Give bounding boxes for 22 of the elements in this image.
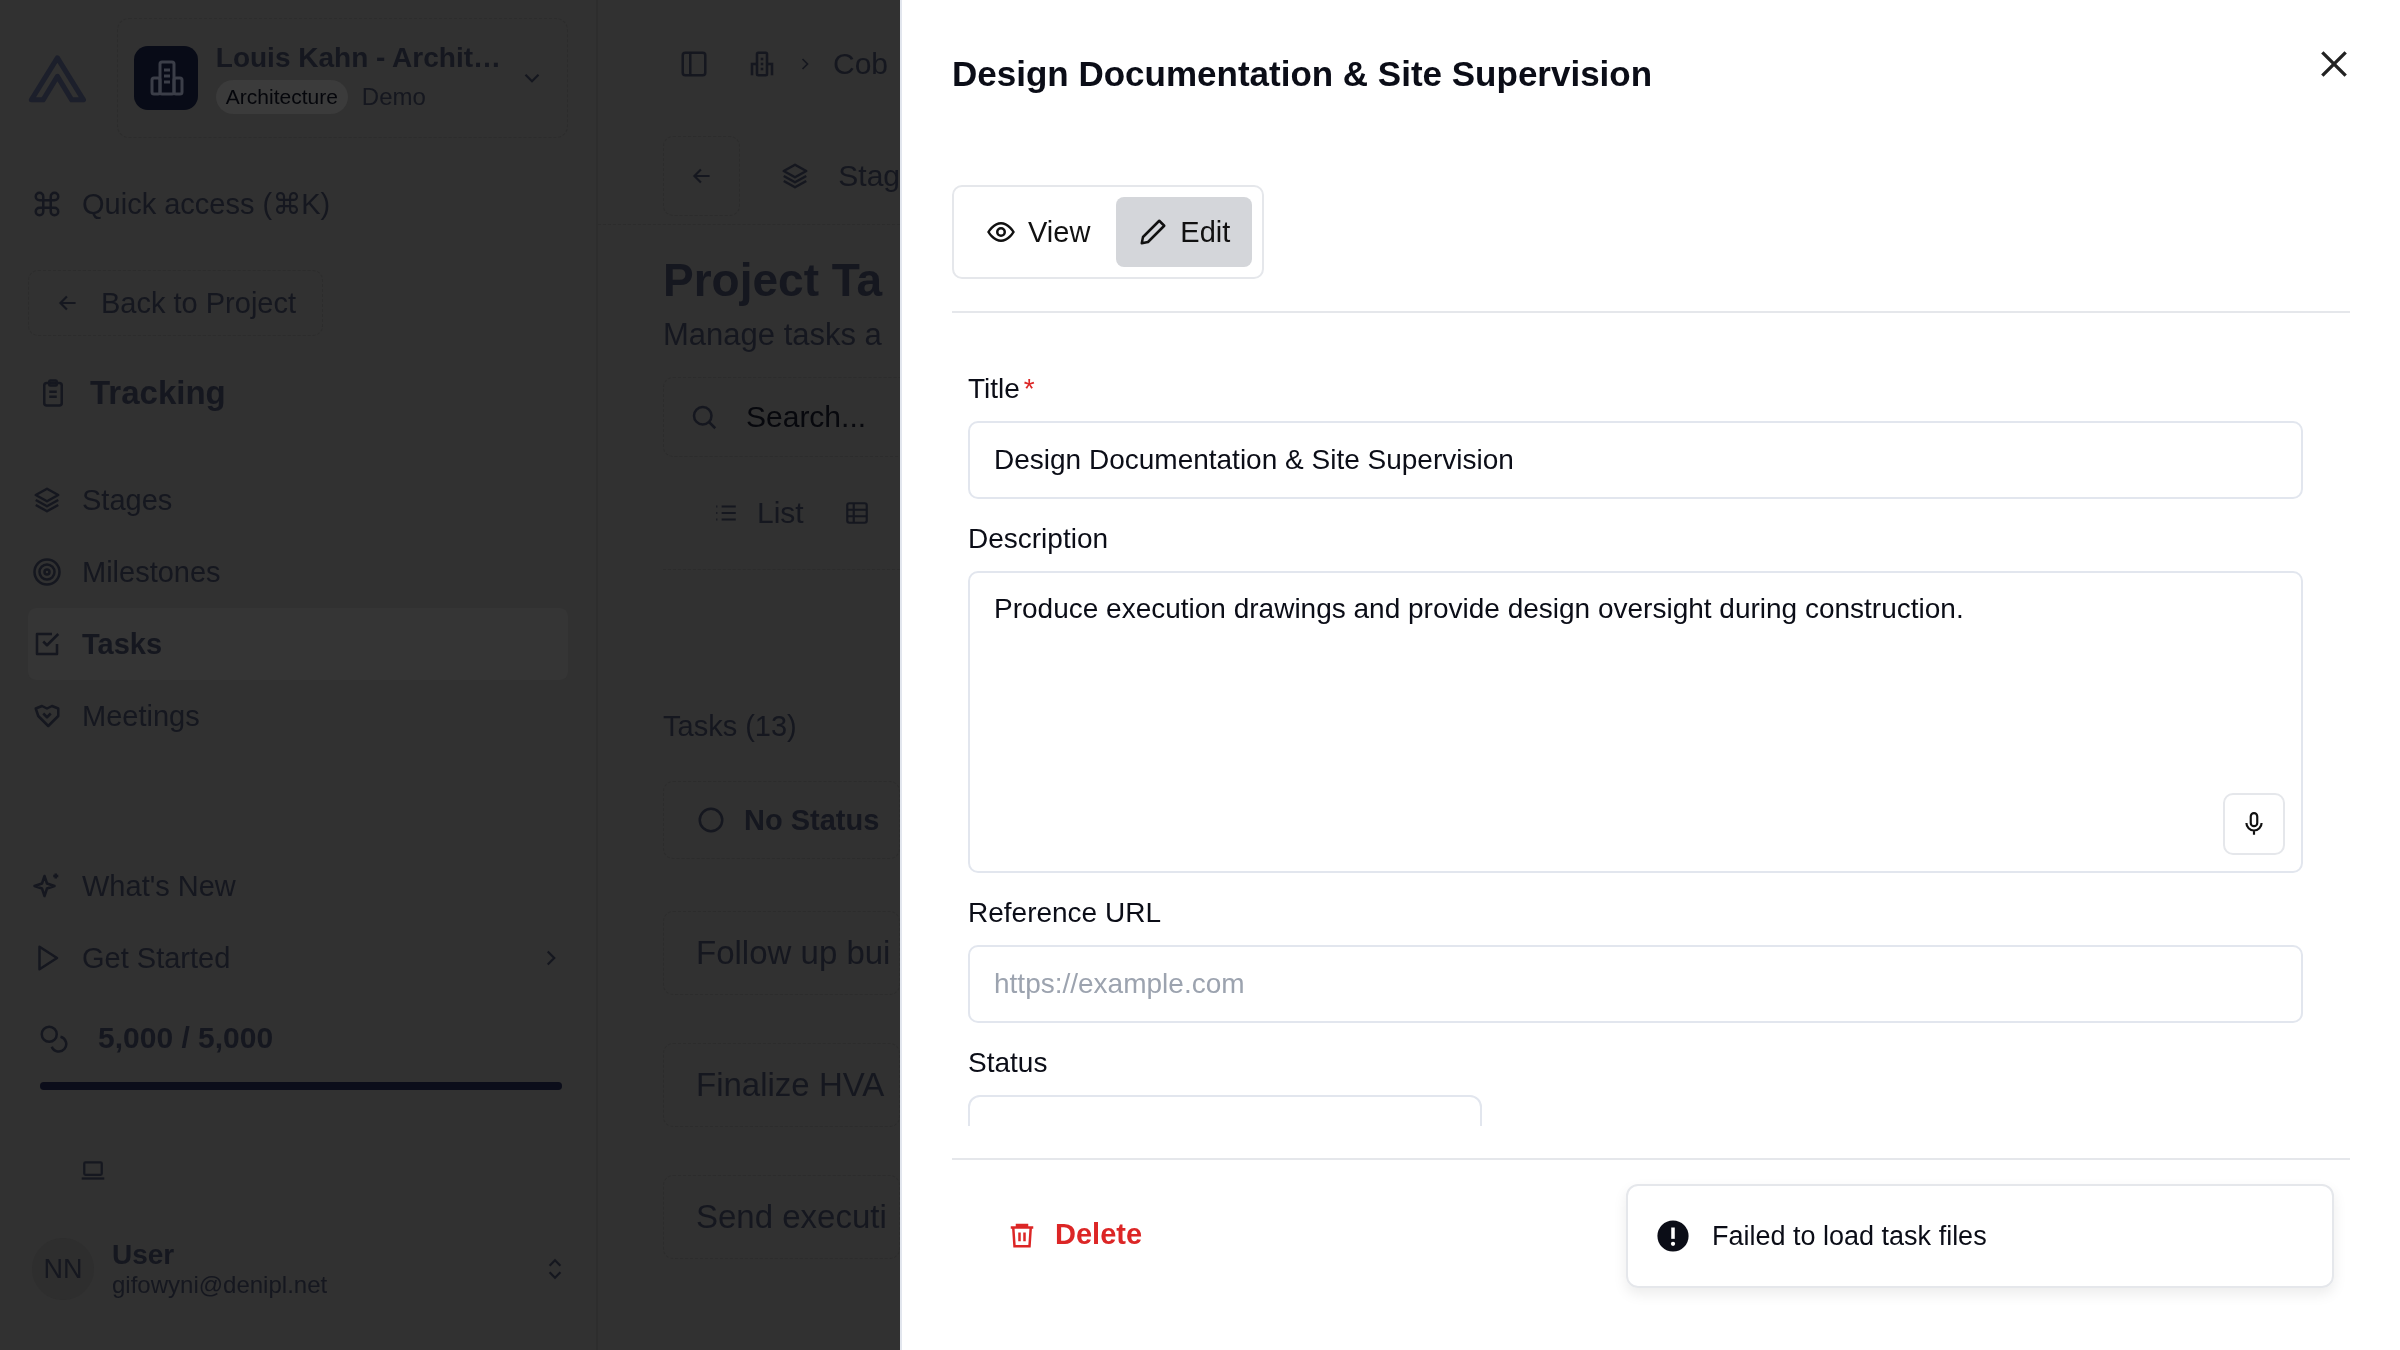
field-label: Description bbox=[968, 523, 1110, 555]
toast-message: Failed to load task files bbox=[1712, 1220, 1987, 1252]
text-input[interactable]: Design Documentation & Site Supervision bbox=[968, 421, 2303, 499]
layers-icon bbox=[32, 485, 62, 515]
delete-button[interactable]: Delete bbox=[1007, 1214, 1143, 1255]
mode-tab[interactable]: Edit bbox=[1116, 197, 1253, 267]
table-icon[interactable] bbox=[843, 500, 870, 526]
command-icon bbox=[32, 189, 62, 219]
circle-icon bbox=[696, 805, 726, 835]
alert-icon bbox=[1656, 1219, 1690, 1253]
sidebar-toggle-icon[interactable] bbox=[679, 49, 709, 79]
description-textarea[interactable]: Produce execution drawings and provide design oversight during construction. bbox=[968, 571, 2303, 873]
field-label: Title* bbox=[968, 373, 1036, 405]
back-button[interactable] bbox=[663, 136, 741, 216]
building-icon bbox=[133, 46, 198, 110]
field-label: Status bbox=[968, 1047, 1049, 1079]
panel-title: Design Documentation & Site Supervision bbox=[952, 54, 1653, 94]
target-icon bbox=[32, 557, 62, 587]
coins-icon bbox=[38, 1023, 68, 1053]
text-input[interactable]: https://example.com bbox=[968, 945, 2303, 1023]
field-label: Reference URL bbox=[968, 897, 1162, 929]
microphone-button[interactable] bbox=[2223, 793, 2285, 855]
